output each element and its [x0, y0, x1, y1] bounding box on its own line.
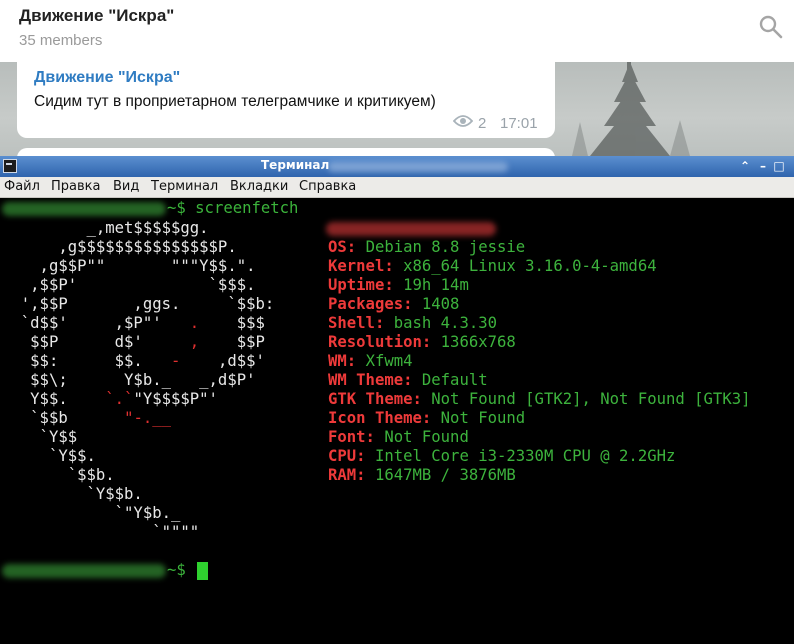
logo-line: $$: $$. - ,d$$'	[2, 352, 265, 370]
logo-line: `Y$$b.	[2, 485, 143, 503]
terminal-cursor	[197, 562, 208, 580]
info-key: WM:	[328, 352, 357, 370]
logo-line: `d$$' ,$P"' . $$$	[2, 314, 265, 332]
info-key: Kernel:	[328, 257, 394, 275]
logo-line: ,g$$P"" """Y$$.".	[2, 257, 256, 275]
info-key: Shell:	[328, 314, 385, 332]
logo-line: `"Y$b._	[2, 504, 181, 522]
logo-line: ,g$$$$$$$$$$$$$$$P.	[2, 238, 237, 256]
info-key: OS:	[328, 238, 357, 256]
info-row: Shell: bash 4.3.30	[328, 314, 497, 333]
info-value: Not Found [GTK2], Not Found [GTK3]	[431, 390, 751, 408]
info-key: CPU:	[328, 447, 366, 465]
info-row: Kernel: x86_64 Linux 3.16.0-4-amd64	[328, 257, 657, 276]
info-value: bash 4.3.30	[393, 314, 498, 332]
info-row: Resolution: 1366x768	[328, 333, 516, 352]
info-key: WM Theme:	[328, 371, 413, 389]
window-titlebar[interactable]: Терминал ⌃ – □	[0, 156, 794, 177]
info-row: Font: Not Found	[328, 428, 469, 447]
info-value: Default	[421, 371, 488, 389]
chat-header: Движение "Искра" 35 members	[0, 0, 794, 62]
info-row: OS: Debian 8.8 jessie	[328, 238, 525, 257]
info-value: 1647MB / 3876MB	[374, 466, 516, 484]
command-line: ~$ screenfetch	[167, 199, 299, 217]
logo-line: Y$$. `.`"Y$$$$P"'	[2, 390, 218, 408]
info-key: Uptime:	[328, 276, 394, 294]
info-row: Uptime: 19h 14m	[328, 276, 469, 295]
menu-tabs[interactable]: Вкладки	[230, 179, 288, 194]
eye-icon	[453, 115, 473, 127]
info-key: Resolution:	[328, 333, 432, 351]
window-title: Терминал	[261, 158, 330, 172]
info-key: RAM:	[328, 466, 366, 484]
info-row: WM Theme: Default	[328, 371, 488, 390]
username-redaction-2	[2, 564, 166, 578]
logo-line: `""""	[2, 523, 200, 541]
info-row: WM: Xfwm4	[328, 352, 413, 371]
info-value: Debian 8.8 jessie	[365, 238, 526, 256]
chat-title[interactable]: Движение "Искра"	[19, 6, 174, 26]
message-time: 17:01	[500, 115, 538, 132]
info-value: 1408	[421, 295, 460, 313]
logo-line: $$P d$' , $$P	[2, 333, 265, 351]
terminal-output[interactable]: ~$ screenfetch _,met$$$$$gg. ,g$$$$$$$$$…	[0, 198, 794, 644]
menu-terminal[interactable]: Терминал	[151, 179, 218, 194]
info-key: Icon Theme:	[328, 409, 432, 427]
menu-bar: Файл Правка Вид Терминал Вкладки Справка	[0, 177, 794, 198]
logo-line: ,$$P' `$$$.	[2, 276, 256, 294]
info-key: Packages:	[328, 295, 413, 313]
info-row: Icon Theme: Not Found	[328, 409, 525, 428]
menu-file[interactable]: Файл	[4, 179, 40, 194]
host-redaction	[326, 222, 496, 236]
info-row: GTK Theme: Not Found [GTK2], Not Found […	[328, 390, 750, 409]
minimize-button[interactable]: –	[756, 159, 770, 173]
message-text: Сидим тут в проприетарном телеграмчике и…	[34, 93, 436, 110]
next-message-bubble[interactable]	[17, 148, 555, 156]
chat-area: Движение "Искра" Сидим тут в проприетарн…	[0, 62, 794, 156]
info-row: Packages: 1408	[328, 295, 459, 314]
logo-line: `$$b.	[2, 466, 115, 484]
info-key: Font:	[328, 428, 375, 446]
info-row: RAM: 1647MB / 3876MB	[328, 466, 516, 485]
menu-view[interactable]: Вид	[113, 179, 139, 194]
tree-background	[572, 62, 690, 156]
shade-button[interactable]: ⌃	[738, 159, 752, 173]
info-key: GTK Theme:	[328, 390, 422, 408]
logo-line: ',$$P ,ggs. `$$b:	[2, 295, 275, 313]
logo-line: `Y$$.	[2, 447, 96, 465]
info-value: Xfwm4	[365, 352, 413, 370]
info-value: Not Found	[384, 428, 469, 446]
message-bubble[interactable]: Движение "Искра" Сидим тут в проприетарн…	[17, 62, 555, 138]
menu-help[interactable]: Справка	[299, 179, 356, 194]
info-value: x86_64 Linux 3.16.0-4-amd64	[403, 257, 657, 275]
message-author[interactable]: Движение "Искра"	[34, 69, 180, 87]
logo-line: `Y$$	[2, 428, 78, 446]
end-prompt: ~$	[167, 561, 186, 579]
logo-line: `$$b "-.__	[2, 409, 172, 427]
members-count[interactable]: 35 members	[19, 32, 102, 49]
info-value: 1366x768	[440, 333, 516, 351]
info-value: Intel Core i3-2330M CPU @ 2.2GHz	[374, 447, 676, 465]
maximize-button[interactable]: □	[772, 159, 786, 173]
search-icon[interactable]	[758, 14, 784, 40]
message-views: 2	[478, 115, 487, 132]
username-redaction	[2, 202, 166, 216]
info-row: CPU: Intel Core i3-2330M CPU @ 2.2GHz	[328, 447, 675, 466]
logo-line: $$\; Y$b._ _,d$P'	[2, 371, 256, 389]
logo-line: _,met$$$$$gg.	[2, 219, 209, 237]
info-value: 19h 14m	[403, 276, 469, 294]
info-value: Not Found	[440, 409, 526, 427]
menu-edit[interactable]: Правка	[51, 179, 100, 194]
